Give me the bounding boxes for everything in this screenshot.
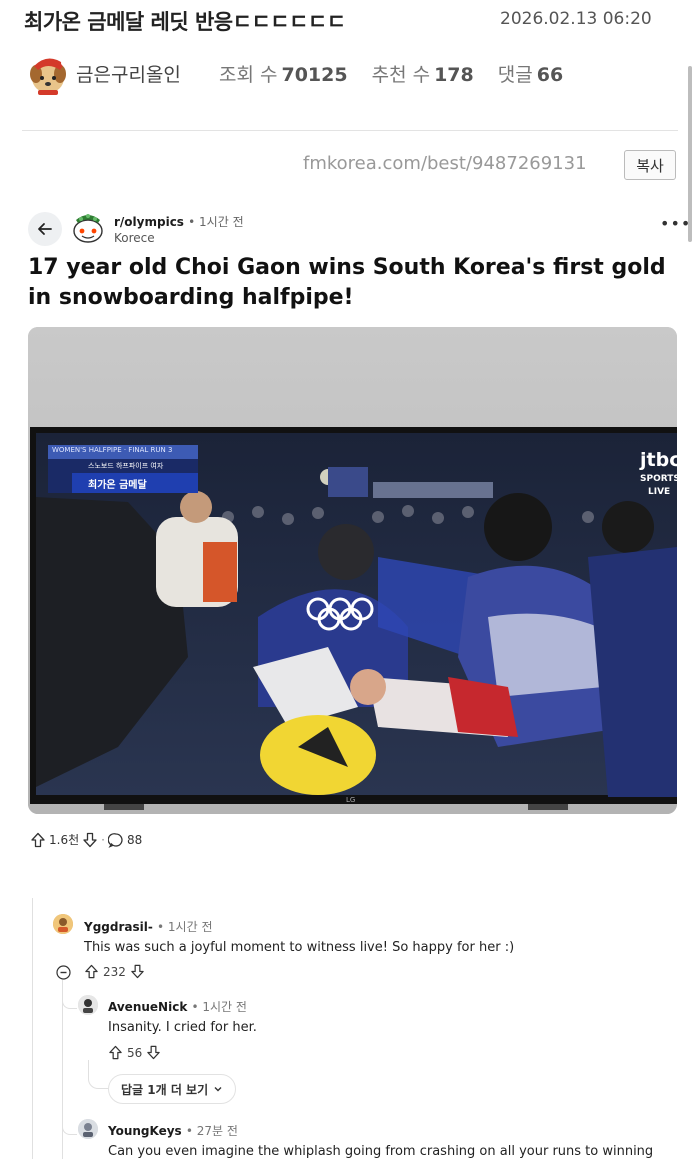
comment-count: 88 — [126, 832, 143, 847]
downvote-icon[interactable] — [130, 964, 145, 979]
comment-votes: 232 — [84, 964, 145, 979]
author-avatar-icon[interactable] — [26, 54, 70, 98]
arrow-left-icon — [38, 223, 52, 235]
upvote-count: 1.6천 — [49, 833, 80, 847]
more-replies-button[interactable]: 답글 1개 더 보기 — [108, 1074, 237, 1104]
collapse-icon[interactable] — [56, 965, 71, 984]
subreddit-name[interactable]: r/olympics — [114, 215, 184, 229]
comment-time: • 1시간 전 — [191, 1000, 247, 1014]
comment-text: This was such a joyful moment to witness… — [84, 940, 515, 955]
post-title-korean: 최가온 금메달 레딧 반응ㄷㄷㄷㄷㄷㄷ — [24, 10, 346, 34]
back-button[interactable] — [28, 212, 62, 246]
overlay-event: WOMEN'S HALFPIPE · FINAL RUN 3 — [52, 446, 173, 454]
tv-brand: LG — [346, 796, 356, 804]
views-label: 조회 수 — [219, 64, 278, 86]
author-name[interactable]: 금은구리올인 — [76, 60, 181, 87]
post-flair: Korece — [114, 231, 155, 245]
comment-username[interactable]: Yggdrasil- • 1시간 전 — [84, 918, 212, 935]
recommend-label: 추천 수 — [371, 64, 431, 86]
comment-votes: 56 — [108, 1045, 161, 1060]
views-count: 70125 — [281, 64, 348, 86]
post-date: 2026.02.13 06:20 — [500, 9, 652, 29]
live-badge: LIVE — [648, 487, 671, 497]
more-options-icon[interactable]: ••• — [660, 214, 691, 233]
username[interactable]: Yggdrasil- — [84, 920, 153, 934]
comments-label: 댓글 — [497, 64, 533, 86]
vote-count: 56 — [127, 1045, 143, 1060]
more-replies-label: 답글 1개 더 보기 — [121, 1082, 209, 1097]
downvote-icon[interactable] — [146, 1045, 161, 1060]
comment-text: Can you even imagine the whiplash going … — [108, 1144, 654, 1159]
overlay-main: 최가온 금메달 — [88, 480, 147, 491]
reply-connector — [88, 1060, 109, 1089]
broadcaster-logo: jtbc — [640, 449, 677, 471]
user-avatar[interactable] — [78, 995, 98, 1015]
comment-text: Insanity. I cried for her. — [108, 1020, 257, 1035]
comments-count: 66 — [536, 64, 564, 86]
username[interactable]: AvenueNick — [108, 1000, 187, 1014]
post-stats: 조회 수 70125 추천 수 178 댓글 66 — [219, 60, 563, 87]
thread-line — [32, 898, 33, 1159]
user-avatar[interactable] — [53, 914, 73, 934]
source-url[interactable]: fmkorea.com/best/9487269131 — [303, 153, 587, 174]
reply-connector — [62, 1000, 77, 1009]
comment-username[interactable]: AvenueNick • 1시간 전 — [108, 998, 247, 1015]
post-time: • 1시간 전 — [188, 215, 244, 229]
comment-time: • 1시간 전 — [157, 920, 213, 934]
vote-count: 232 — [103, 964, 126, 979]
divider — [22, 130, 678, 131]
user-avatar[interactable] — [78, 1119, 98, 1139]
recommend-count: 178 — [434, 64, 474, 86]
overlay-sub: 스노보드 하프파이프 여자 — [88, 462, 164, 470]
username[interactable]: YoungKeys — [108, 1124, 182, 1138]
subreddit-icon[interactable] — [70, 210, 106, 246]
comment-icon[interactable] — [107, 832, 124, 848]
comment-time: • 27분 전 — [185, 1124, 238, 1138]
reply-connector — [62, 1126, 77, 1135]
broadcaster-sub: SPORTS — [640, 474, 677, 484]
upvote-icon[interactable] — [30, 832, 46, 848]
chevron-down-icon — [214, 1087, 222, 1092]
upvote-icon[interactable] — [108, 1045, 123, 1060]
subreddit-line[interactable]: r/olympics • 1시간 전 — [114, 213, 244, 230]
post-actions: 1.6천 · 88 — [30, 831, 142, 848]
downvote-icon[interactable] — [82, 832, 98, 848]
thread-line — [62, 980, 63, 1159]
copy-button[interactable]: 복사 — [624, 150, 676, 180]
post-title: 17 year old Choi Gaon wins South Korea's… — [28, 255, 666, 310]
upvote-icon[interactable] — [84, 964, 99, 979]
comment-username[interactable]: YoungKeys • 27분 전 — [108, 1122, 238, 1139]
post-image[interactable]: WOMEN'S HALFPIPE · FINAL RUN 3 스노보드 하프파이… — [28, 327, 677, 814]
